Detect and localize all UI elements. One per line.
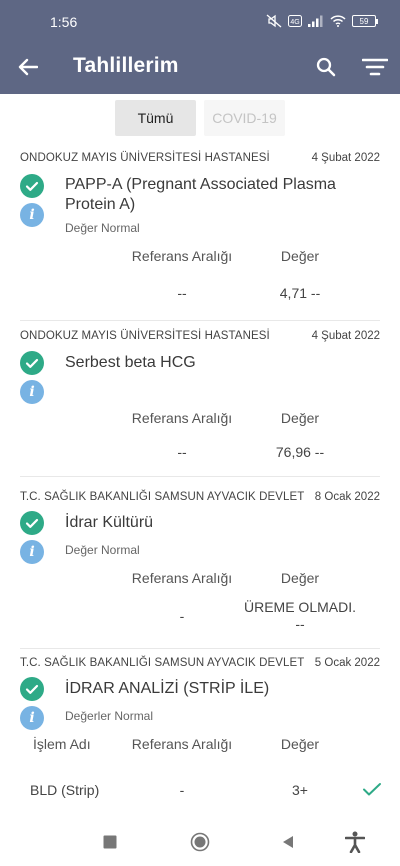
result-value: 3+ <box>292 782 308 798</box>
result-date: 5 Ocak 2022 <box>314 657 380 669</box>
mute-icon <box>266 14 282 28</box>
battery-level: 59 <box>359 16 369 26</box>
signal-icon <box>308 15 323 27</box>
result-date: 4 Şubat 2022 <box>311 152 380 164</box>
status-time: 1:56 <box>50 14 78 30</box>
check-circle-icon <box>20 511 44 535</box>
filter-button[interactable] <box>358 51 392 83</box>
back-button[interactable] <box>12 51 44 83</box>
status-icons: 4G 59 <box>266 14 378 28</box>
procedure-name-header: İşlem Adı <box>33 736 91 752</box>
square-icon <box>103 835 117 849</box>
test-name: PAPP-A (Pregnant Associated Plasma Prote… <box>65 176 336 213</box>
svg-text:4G: 4G <box>290 19 299 26</box>
result-card[interactable]: ONDOKUZ MAYIS ÜNİVERSİTESİ HASTANESİ 4 Ş… <box>0 152 400 324</box>
reference-range-header: Referans Aralığı <box>131 410 233 426</box>
result-status: Değerler Normal <box>65 709 154 723</box>
result-card[interactable]: T.C. SAĞLIK BAKANLIĞI SAMSUN AYVACIK DEV… <box>0 491 400 651</box>
hospital-name: ONDOKUZ MAYIS ÜNİVERSİTESİ HASTANESİ <box>20 330 270 342</box>
triangle-back-icon <box>283 836 293 848</box>
reference-range-value: -- <box>177 444 187 460</box>
info-icon[interactable]: i <box>20 540 44 564</box>
hospital-name: T.C. SAĞLIK BAKANLIĞI SAMSUN AYVACIK DEV… <box>20 491 305 503</box>
reference-range-header: Referans Aralığı <box>131 248 233 264</box>
check-circle-icon <box>20 174 44 198</box>
app-bar: Tahlillerim <box>0 38 400 94</box>
info-icon[interactable]: i <box>20 706 44 730</box>
page-title: Tahlillerim <box>73 54 179 77</box>
test-name: Serbest beta HCG <box>65 354 196 371</box>
value-header: Değer <box>280 570 320 586</box>
value-header: Değer <box>280 410 320 426</box>
result-card[interactable]: T.C. SAĞLIK BAKANLIĞI SAMSUN AYVACIK DEV… <box>0 657 400 817</box>
accessibility-button[interactable] <box>343 830 367 854</box>
reference-range-value: - <box>179 782 185 798</box>
tab-bar: Tümü COVID-19 <box>0 94 400 144</box>
table-row[interactable]: BLD (Strip) - 3+ <box>0 777 400 801</box>
result-status: Değer Normal <box>65 543 140 557</box>
status-bar: 1:56 4G 59 <box>0 0 400 38</box>
hospital-name: T.C. SAĞLIK BAKANLIĞI SAMSUN AYVACIK DEV… <box>20 657 305 669</box>
volte-icon: 4G <box>288 15 302 27</box>
check-circle-icon <box>20 677 44 701</box>
result-card[interactable]: ONDOKUZ MAYIS ÜNİVERSİTESİ HASTANESİ 4 Ş… <box>0 330 400 480</box>
tab-all[interactable]: Tümü <box>115 100 196 136</box>
arrow-left-icon <box>18 58 38 76</box>
result-value: 76,96 -- <box>275 444 325 460</box>
tab-covid-19[interactable]: COVID-19 <box>204 100 285 136</box>
info-icon[interactable]: i <box>20 203 44 227</box>
divider <box>20 476 380 477</box>
check-icon <box>363 783 381 796</box>
value-header: Değer <box>280 736 320 752</box>
home-button[interactable] <box>188 830 212 854</box>
reference-range-header: Referans Aralığı <box>131 736 233 752</box>
hospital-name: ONDOKUZ MAYIS ÜNİVERSİTESİ HASTANESİ <box>20 152 270 164</box>
result-value: 4,71 -- <box>279 285 321 301</box>
result-date: 4 Şubat 2022 <box>311 330 380 342</box>
search-button[interactable] <box>310 51 342 83</box>
recents-button[interactable] <box>98 830 122 854</box>
result-value-unit: -- <box>295 616 305 632</box>
search-icon <box>316 57 336 77</box>
result-value: ÜREME OLMADI. <box>243 599 356 615</box>
check-circle-icon <box>20 351 44 375</box>
accessibility-icon <box>345 831 365 853</box>
reference-range-value: -- <box>177 285 187 301</box>
reference-range-header: Referans Aralığı <box>131 570 233 586</box>
test-name: İDRAR ANALİZİ (STRİP İLE) <box>65 680 270 697</box>
info-icon[interactable]: i <box>20 380 44 404</box>
divider <box>20 320 380 321</box>
back-nav-button[interactable] <box>276 830 300 854</box>
result-status: Değer Normal <box>65 221 140 235</box>
divider <box>20 648 380 649</box>
battery-icon: 59 <box>352 15 378 27</box>
procedure-name: BLD (Strip) <box>30 782 100 798</box>
filter-icon <box>362 58 388 76</box>
wifi-icon <box>330 15 346 27</box>
value-header: Değer <box>280 248 320 264</box>
home-circle-icon <box>190 832 210 852</box>
result-date: 8 Ocak 2022 <box>314 491 380 503</box>
system-nav-bar <box>0 818 400 866</box>
test-name: İdrar Kültürü <box>65 514 154 531</box>
